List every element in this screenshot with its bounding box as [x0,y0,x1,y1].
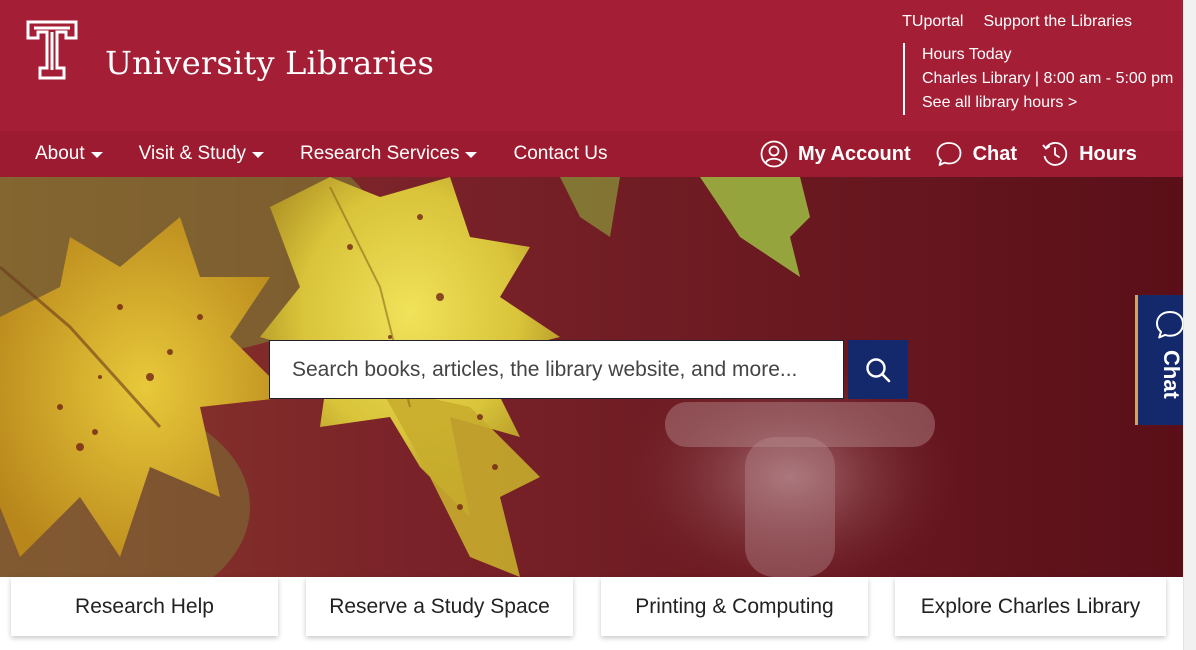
site-title[interactable]: University Libraries [105,44,434,82]
hours-today: Hours Today Charles Library | 8:00 am - … [903,43,1173,115]
tuportal-link[interactable]: TUportal [902,13,963,31]
nav-research-services[interactable]: Research Services [300,143,478,165]
user-circle-icon [760,140,788,168]
site-header: University Libraries TUportal Support th… [0,0,1183,131]
utility-links: TUportal Support the Libraries [902,13,1132,31]
hours-heading: Hours Today [922,46,1012,63]
nav-label: About [35,143,85,164]
search-bar [269,340,908,399]
nav-about[interactable]: About [35,143,103,165]
chat-bubble-icon [1156,311,1184,339]
chat-link[interactable]: Chat [935,140,1017,168]
card-printing-computing[interactable]: Printing & Computing [601,577,868,636]
nav-label: Visit & Study [138,143,247,164]
page: University Libraries TUportal Support th… [0,0,1196,650]
main-nav: About Visit & Study Research Services Co… [0,131,1183,177]
temple-t-logo[interactable] [26,20,78,80]
nav-label: Contact Us [513,143,608,164]
nav-label: Research Services [300,143,460,164]
chat-tab-label: Chat [1159,350,1184,399]
support-libraries-link[interactable]: Support the Libraries [983,13,1132,31]
search-button[interactable] [848,340,908,399]
caret-down-icon [252,152,265,158]
quick-links: Research Help Reserve a Study Space Prin… [0,577,1183,650]
search-icon [866,357,891,382]
nav-visit-study[interactable]: Visit & Study [138,143,265,165]
hours-link[interactable]: Hours [1041,140,1137,168]
chat-label: Chat [972,142,1018,165]
hero-banner [0,177,1183,577]
clock-history-icon [1042,141,1068,166]
card-explore-charles-library[interactable]: Explore Charles Library [895,577,1166,636]
chat-bubble-icon [936,142,962,166]
caret-down-icon [90,152,103,158]
card-reserve-study-space[interactable]: Reserve a Study Space [306,577,573,636]
my-account-link[interactable]: My Account [760,140,911,168]
page-scrollbar[interactable] [1183,0,1196,650]
card-research-help[interactable]: Research Help [11,577,278,636]
search-input[interactable] [269,340,844,399]
hours-label: Hours [1079,142,1137,165]
my-account-label: My Account [798,142,911,165]
caret-down-icon [465,152,478,158]
nav-contact-us[interactable]: Contact Us [513,143,607,165]
all-hours-link[interactable]: See all library hours > [922,94,1077,111]
hours-today-value: Charles Library | 8:00 am - 5:00 pm [922,70,1174,87]
